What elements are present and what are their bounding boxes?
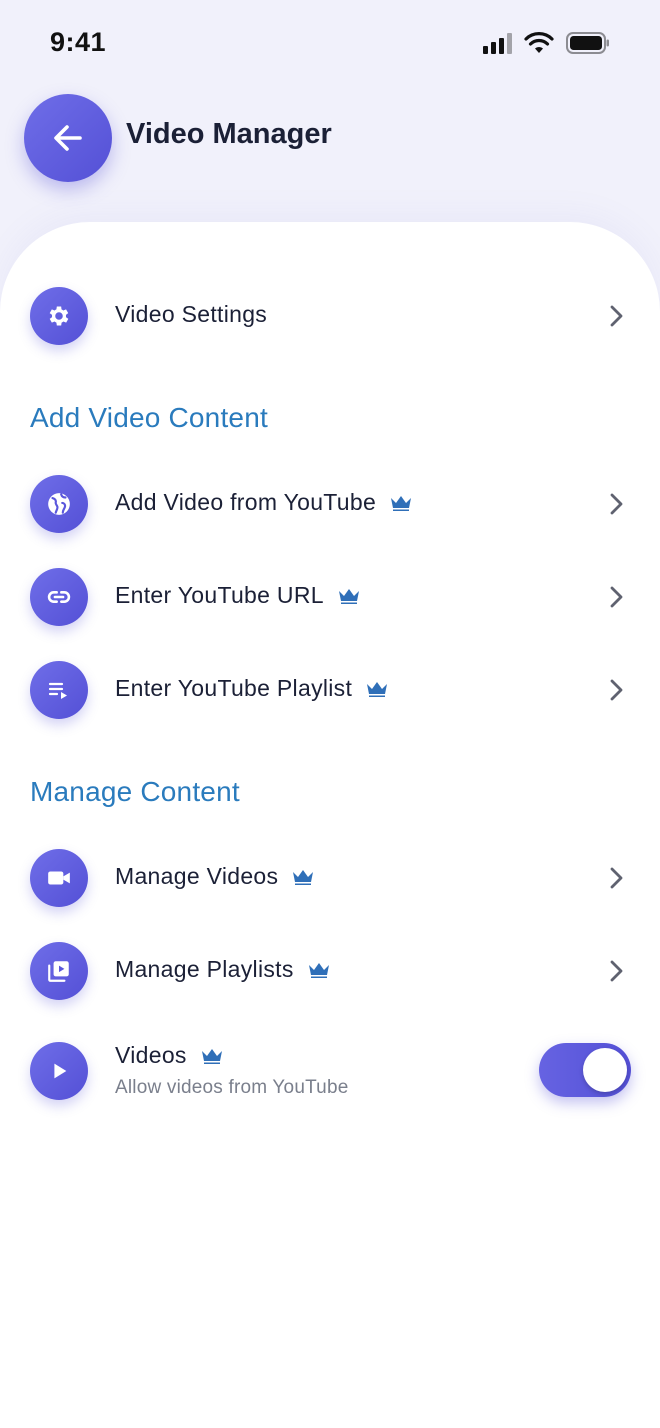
chevron-right-icon (610, 679, 623, 701)
add-from-youtube-label: Add Video from YouTube (115, 489, 412, 516)
manage-playlists-label: Manage Playlists (115, 956, 330, 983)
chevron-right-icon (610, 867, 623, 889)
chevron-right-icon (610, 960, 623, 982)
crown-icon (391, 495, 412, 511)
video-camera-icon (48, 871, 70, 885)
manage-videos-row[interactable]: Manage Videos (0, 849, 660, 921)
row-icon-container (30, 475, 88, 533)
content-card: Video Settings Add Video Content Add Vid… (0, 222, 660, 1428)
status-bar: 9:41 (0, 0, 660, 88)
row-icon-container (30, 287, 88, 345)
header: Video Manager (0, 88, 660, 198)
add-from-youtube-row[interactable]: Add Video from YouTube (0, 475, 660, 547)
gear-icon (49, 306, 69, 326)
chevron-right-icon (610, 586, 623, 608)
videos-toggle-row: Videos Allow videos from YouTube (0, 1042, 660, 1132)
battery-icon (566, 32, 609, 54)
page-title: Video Manager (126, 118, 332, 150)
row-label-text: Add Video from YouTube (115, 489, 377, 515)
back-button[interactable] (24, 94, 112, 182)
enter-youtube-url-row[interactable]: Enter YouTube URL (0, 568, 660, 640)
enter-youtube-playlist-label: Enter YouTube Playlist (115, 675, 388, 702)
row-icon-container (30, 942, 88, 1000)
row-icon-container (30, 661, 88, 719)
crown-icon (201, 1048, 222, 1064)
playlist-icon (48, 682, 67, 699)
status-time: 9:41 (50, 27, 107, 57)
enter-youtube-playlist-row[interactable]: Enter YouTube Playlist (0, 661, 660, 733)
chevron-right-icon (610, 305, 623, 327)
manage-playlists-row[interactable]: Manage Playlists (0, 942, 660, 1014)
videos-label: Videos (115, 1042, 223, 1069)
row-icon-container (30, 849, 88, 907)
status-icons (483, 32, 610, 54)
row-label-text: Manage Playlists (115, 956, 294, 982)
crown-icon (338, 588, 359, 604)
link-icon (47, 591, 71, 603)
cellular-signal-icon (483, 32, 512, 54)
video-settings-label: Video Settings (115, 301, 267, 328)
row-icon-container (30, 568, 88, 626)
row-icon-container (30, 1042, 88, 1100)
globe-icon (48, 493, 70, 515)
arrow-left-icon (54, 125, 82, 151)
row-label-text: Manage Videos (115, 863, 279, 889)
enter-youtube-url-label: Enter YouTube URL (115, 582, 360, 609)
video-library-icon (48, 961, 69, 982)
play-icon (54, 1063, 67, 1079)
manage-videos-label: Manage Videos (115, 863, 314, 890)
section-title-manage-content: Manage Content (30, 776, 240, 807)
toggle-knob (583, 1048, 627, 1092)
videos-sublabel: Allow videos from YouTube (115, 1077, 349, 1098)
chevron-right-icon (610, 493, 623, 515)
section-title-add-content: Add Video Content (30, 402, 268, 433)
wifi-icon (524, 32, 554, 53)
video-settings-row[interactable]: Video Settings (0, 287, 660, 359)
crown-icon (367, 681, 388, 697)
row-label-text: Enter YouTube URL (115, 582, 324, 608)
crown-icon (293, 869, 314, 885)
videos-toggle[interactable] (539, 1043, 631, 1097)
row-label-text: Video Settings (115, 301, 268, 327)
row-label-text: Videos (115, 1042, 187, 1068)
row-label-text: Enter YouTube Playlist (115, 675, 353, 701)
crown-icon (308, 962, 329, 978)
